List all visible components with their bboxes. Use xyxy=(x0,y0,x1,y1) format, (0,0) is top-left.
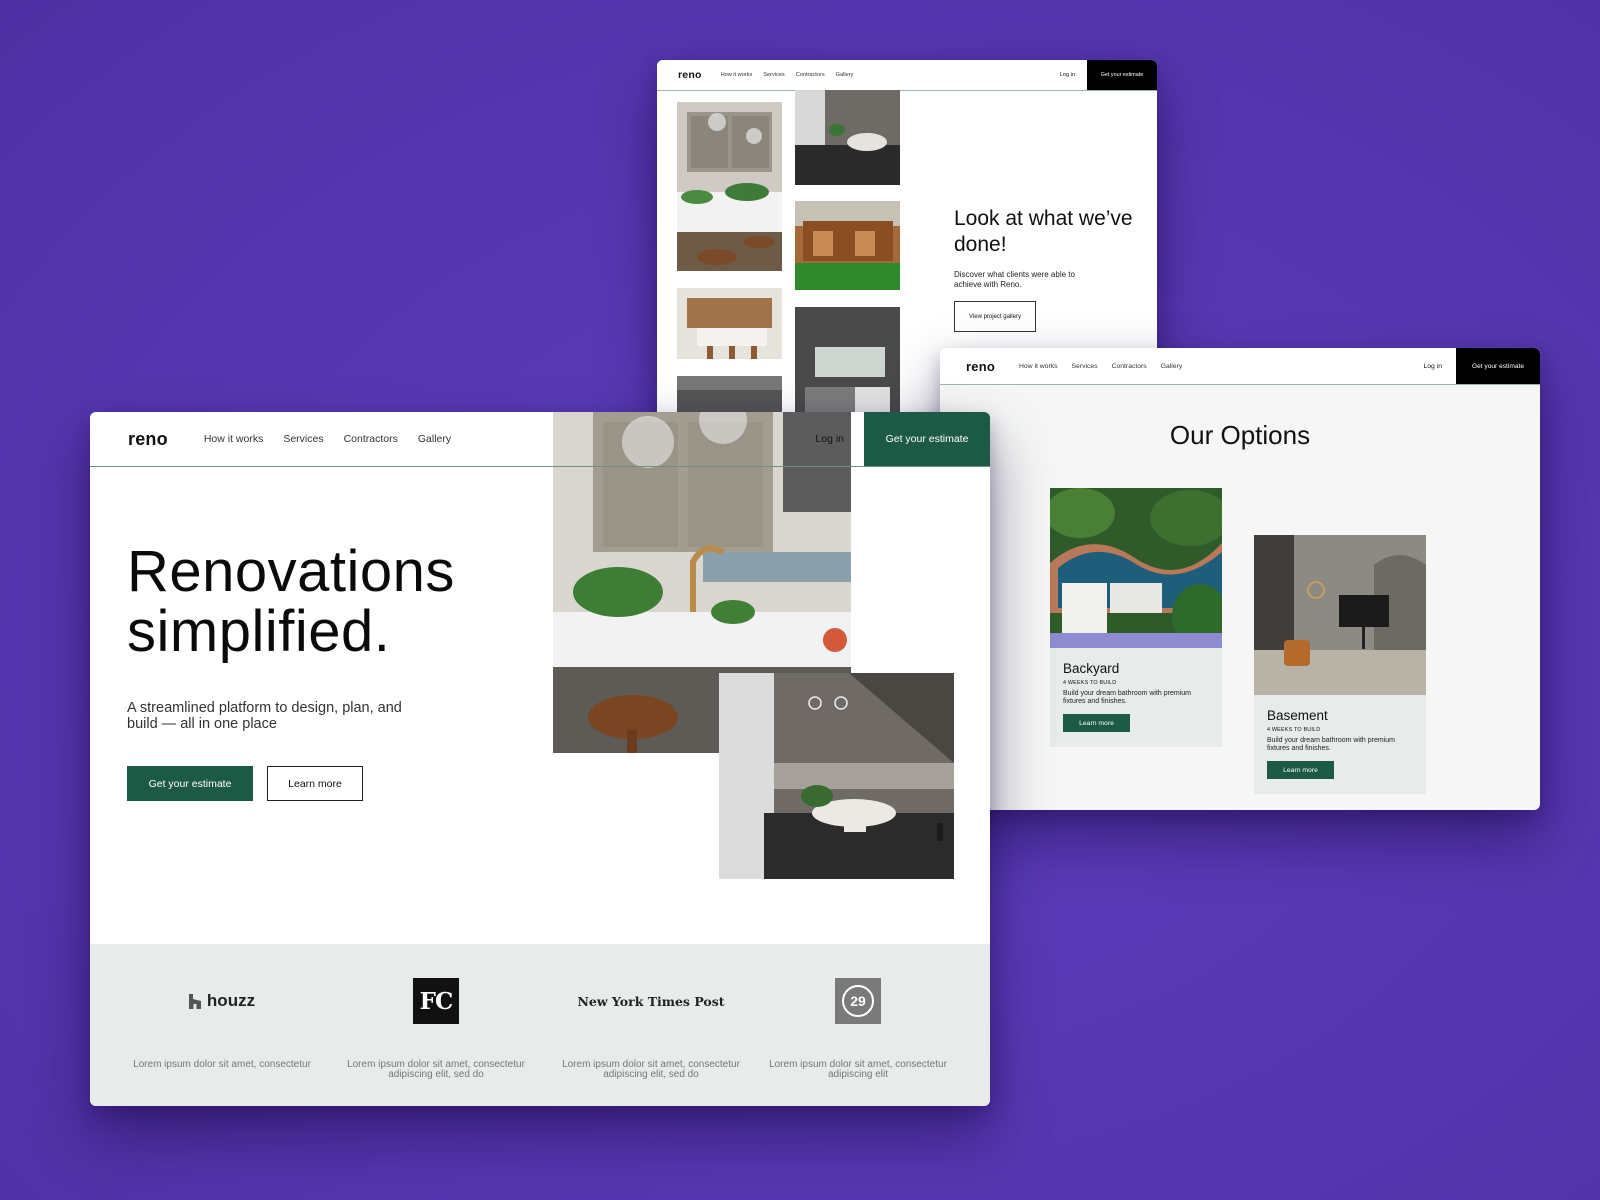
newspaper-logo-icon: New York Times Post xyxy=(577,993,725,1009)
refinery29-logo-text: 29 xyxy=(842,985,874,1017)
home-estimate-nav-button[interactable]: Get your estimate xyxy=(864,412,990,466)
hero-estimate-button[interactable]: Get your estimate xyxy=(127,766,253,801)
home-nav-gallery[interactable]: Gallery xyxy=(418,433,451,445)
hero-subtitle: A streamlined platform to design, plan, … xyxy=(127,700,402,732)
refinery29-logo-icon: 29 xyxy=(835,978,881,1024)
press-text-houzz: Lorem ipsum dolor sit amet, consectetur xyxy=(133,1059,311,1070)
options-nav-how-it-works[interactable]: How it works xyxy=(1019,363,1058,370)
options-nav-contractors[interactable]: Contractors xyxy=(1112,363,1147,370)
backyard-card-description: Build your dream bathroom with premium f… xyxy=(1063,690,1191,705)
home-nav-how-it-works[interactable]: How it works xyxy=(204,433,264,445)
options-nav-links: How it works Services Contractors Galler… xyxy=(1019,363,1196,370)
backyard-card-title: Backyard xyxy=(1063,661,1120,676)
options-title: Our Options xyxy=(1169,420,1311,450)
options-login-link[interactable]: Log in xyxy=(1423,363,1442,370)
houzz-logo-icon xyxy=(188,993,201,1009)
home-nav-links: How it works Services Contractors Galler… xyxy=(204,433,471,445)
gallery-login-link[interactable]: Log in xyxy=(1060,72,1075,78)
houzz-logo: houzz xyxy=(122,978,322,1024)
basement-livingroom-photo xyxy=(1254,535,1426,695)
option-card-basement[interactable]: Basement 4 WEEKS TO BUILD Build your dre… xyxy=(1254,535,1426,794)
gallery-photo-pergola[interactable] xyxy=(795,201,900,290)
gallery-subtext: Discover what clients were able to achie… xyxy=(954,270,1075,289)
basement-card-title: Basement xyxy=(1267,708,1328,723)
gallery-navbar: reno How it works Services Contractors G… xyxy=(657,60,1157,91)
gallery-nav-gallery[interactable]: Gallery xyxy=(836,72,854,78)
gallery-nav-services[interactable]: Services xyxy=(763,72,784,78)
hero-bathroom-photo xyxy=(719,673,954,879)
press-item-fc: FC Lorem ipsum dolor sit amet, consectet… xyxy=(336,978,536,1080)
gallery-photo-kitchen-island[interactable] xyxy=(677,288,782,359)
press-text-fc: Lorem ipsum dolor sit amet, consectetur … xyxy=(347,1059,525,1080)
backyard-card-duration: 4 WEEKS TO BUILD xyxy=(1063,680,1117,686)
home-login-link[interactable]: Log in xyxy=(815,433,844,445)
gallery-estimate-button[interactable]: Get your estimate xyxy=(1087,60,1157,90)
gallery-photo-modern-bath[interactable] xyxy=(795,307,900,427)
hero-title: Renovations simplified. xyxy=(127,542,455,662)
basement-card-description: Build your dream bathroom with premium f… xyxy=(1267,737,1395,752)
home-navbar: reno How it works Services Contractors G… xyxy=(90,412,990,467)
options-estimate-button[interactable]: Get your estimate xyxy=(1456,348,1540,384)
hero-title-line1: Renovations xyxy=(127,539,455,604)
gallery-photo-kitchen[interactable] xyxy=(677,102,782,271)
home-nav-contractors[interactable]: Contractors xyxy=(344,433,398,445)
gallery-photo-bathroom[interactable] xyxy=(795,90,900,185)
press-item-houzz: houzz Lorem ipsum dolor sit amet, consec… xyxy=(122,978,322,1070)
home-nav-services[interactable]: Services xyxy=(283,433,323,445)
basement-learn-more-button[interactable]: Learn more xyxy=(1267,761,1334,779)
gallery-nav-contractors[interactable]: Contractors xyxy=(796,72,825,78)
options-logo[interactable]: reno xyxy=(966,359,995,374)
gallery-nav-links: How it works Services Contractors Galler… xyxy=(721,72,865,78)
backyard-pool-photo xyxy=(1050,488,1222,648)
option-card-backyard[interactable]: Backyard 4 WEEKS TO BUILD Build your dre… xyxy=(1050,488,1222,747)
hero-title-line2: simplified. xyxy=(127,599,391,664)
press-section: houzz Lorem ipsum dolor sit amet, consec… xyxy=(90,944,990,1106)
houzz-logo-text: houzz xyxy=(206,991,256,1010)
press-text-refinery29: Lorem ipsum dolor sit amet, consectetur … xyxy=(769,1059,947,1080)
press-item-refinery29: 29 Lorem ipsum dolor sit amet, consectet… xyxy=(758,978,958,1080)
gallery-nav-how-it-works[interactable]: How it works xyxy=(721,72,753,78)
view-gallery-button[interactable]: View project gallery xyxy=(954,301,1036,332)
fast-company-logo-icon: FC xyxy=(413,978,459,1024)
press-text-nyt: Lorem ipsum dolor sit amet, consectetur … xyxy=(562,1059,740,1080)
gallery-heading: Look at what we’ve done! xyxy=(954,207,1133,256)
options-page-window: reno How it works Services Contractors G… xyxy=(940,348,1540,810)
options-navbar: reno How it works Services Contractors G… xyxy=(940,348,1540,385)
press-item-nyt: New York Times Post Lorem ipsum dolor si… xyxy=(551,978,751,1080)
gallery-logo[interactable]: reno xyxy=(678,69,702,81)
backyard-learn-more-button[interactable]: Learn more xyxy=(1063,714,1130,732)
basement-card-duration: 4 WEEKS TO BUILD xyxy=(1267,727,1321,733)
home-logo[interactable]: reno xyxy=(128,429,168,450)
hero-learn-more-button[interactable]: Learn more xyxy=(267,766,363,801)
options-nav-gallery[interactable]: Gallery xyxy=(1161,363,1183,370)
options-nav-services[interactable]: Services xyxy=(1072,363,1098,370)
home-page-window: reno How it works Services Contractors G… xyxy=(90,412,990,1106)
